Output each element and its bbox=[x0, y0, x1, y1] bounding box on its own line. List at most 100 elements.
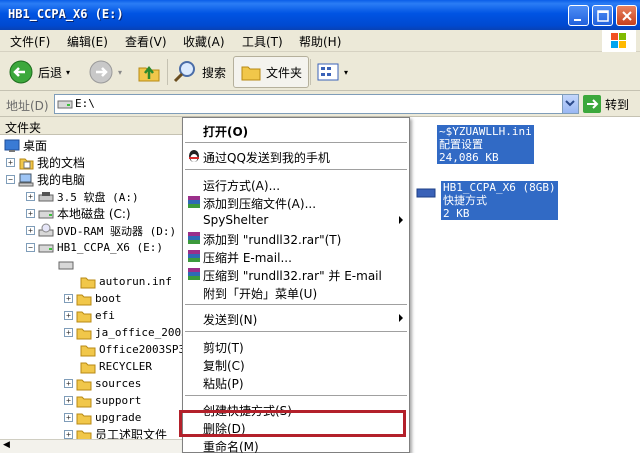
toolbar-separator bbox=[167, 59, 168, 85]
menu-item-paste[interactable]: 粘贴(P) bbox=[183, 373, 409, 391]
tree-label: 3.5 软盘 (A:) bbox=[57, 190, 139, 204]
tree-item-my-documents[interactable]: + 我的文档 bbox=[6, 154, 85, 171]
up-folder-button[interactable] bbox=[136, 56, 162, 88]
tree-label: DVD-RAM 驱动器 (D:) bbox=[57, 224, 177, 238]
tree-item-desktop[interactable]: 桌面 bbox=[4, 137, 47, 154]
menu-favorites[interactable]: 收藏(A) bbox=[183, 33, 225, 50]
toolbar-separator bbox=[310, 59, 311, 85]
tree-label: HB1_CCPA_X6 (E:) bbox=[57, 241, 163, 254]
expand-icon[interactable]: + bbox=[64, 328, 73, 337]
search-button[interactable]: 搜索 bbox=[172, 56, 226, 88]
menu-item-send-to[interactable]: 发送到(N) bbox=[183, 309, 409, 327]
menu-item-run-as[interactable]: 运行方式(A)... bbox=[183, 175, 409, 193]
collapse-icon[interactable]: − bbox=[6, 175, 15, 184]
menu-item-compress-email[interactable]: 压缩并 E-mail... bbox=[183, 247, 409, 265]
expand-icon[interactable]: + bbox=[26, 226, 35, 235]
menu-item-label: 粘贴(P) bbox=[203, 377, 244, 391]
menu-item-cut[interactable]: 剪切(T) bbox=[183, 337, 409, 355]
tree-item-upgrade[interactable]: + upgrade bbox=[64, 409, 141, 426]
my-documents-icon bbox=[19, 158, 34, 169]
windows-logo-icon bbox=[602, 30, 636, 52]
tree-item-drive-entry[interactable] bbox=[58, 256, 77, 273]
close-button[interactable] bbox=[616, 5, 637, 26]
expand-icon[interactable]: + bbox=[64, 430, 73, 439]
menu-item-add-archive[interactable]: 添加到压缩文件(A)... bbox=[183, 193, 409, 211]
menu-separator bbox=[185, 142, 407, 143]
menu-item-compress-rundll-email[interactable]: 压缩到 "rundll32.rar" 并 E-mail bbox=[183, 265, 409, 283]
menu-item-spyshelter[interactable]: SpyShelter bbox=[183, 211, 409, 229]
tree-item-support[interactable]: + support bbox=[64, 392, 141, 409]
forward-button[interactable]: ▾ bbox=[88, 56, 122, 88]
menu-separator bbox=[185, 169, 407, 170]
expand-icon[interactable]: + bbox=[64, 413, 73, 422]
tree-item-boot[interactable]: + boot bbox=[64, 290, 122, 307]
drive-icon bbox=[38, 244, 54, 252]
menu-file[interactable]: 文件(F) bbox=[10, 33, 50, 50]
forward-dropdown-icon[interactable]: ▾ bbox=[118, 68, 122, 77]
tree-item-my-computer[interactable]: − 我的电脑 bbox=[6, 171, 85, 188]
tree-item-local-disk-c[interactable]: + 本地磁盘 (C:) bbox=[26, 205, 131, 222]
search-icon bbox=[173, 61, 195, 83]
file-item-ini[interactable]: ~$YZUAWLLH.ini 配置设置 24,086 KB bbox=[437, 125, 534, 164]
views-dropdown-icon[interactable]: ▾ bbox=[344, 68, 348, 77]
context-menu: 打开(O) 通过QQ发送到我的手机 运行方式(A)... 添加到压缩文件(A).… bbox=[182, 117, 410, 453]
tree-item-floppy[interactable]: + 3.5 软盘 (A:) bbox=[26, 188, 139, 205]
expand-icon[interactable]: + bbox=[64, 379, 73, 388]
go-button[interactable]: 转到 bbox=[583, 95, 629, 113]
drive-shortcut-icon bbox=[416, 188, 436, 198]
back-button[interactable]: 后退 ▾ bbox=[8, 56, 70, 88]
minimize-button[interactable] bbox=[568, 5, 589, 26]
collapse-icon[interactable]: − bbox=[26, 243, 35, 252]
tree-item-dvd-d[interactable]: + DVD-RAM 驱动器 (D:) bbox=[26, 222, 176, 239]
maximize-button[interactable] bbox=[592, 5, 613, 26]
address-label: 地址(D) bbox=[6, 99, 49, 113]
go-arrow-icon bbox=[583, 95, 601, 113]
menu-item-send-qq[interactable]: 通过QQ发送到我的手机 bbox=[183, 147, 409, 165]
views-button[interactable]: ▾ bbox=[316, 56, 348, 88]
expand-icon[interactable]: + bbox=[26, 209, 35, 218]
tree-item-autorun[interactable]: autorun.inf bbox=[80, 273, 172, 290]
tree-label: boot bbox=[95, 292, 122, 305]
menu-separator bbox=[185, 395, 407, 396]
tree-item-ja-office[interactable]: + ja_office_2003 bbox=[64, 324, 188, 341]
menu-item-pin-start[interactable]: 附到「开始」菜单(U) bbox=[183, 283, 409, 301]
tree-item-recycler[interactable]: RECYCLER bbox=[80, 358, 152, 375]
menu-item-rename[interactable]: 重命名(M) bbox=[183, 436, 409, 453]
menu-item-label: 压缩到 "rundll32.rar" 并 E-mail bbox=[203, 269, 382, 283]
tree-item-drive-e[interactable]: − HB1_CCPA_X6 (E:) bbox=[26, 239, 163, 256]
address-bar: 地址(D) E:\ 转到 bbox=[0, 91, 640, 117]
file-item-shortcut[interactable]: HB1_CCPA_X6 (8GB) 快捷方式 2 KB bbox=[415, 181, 558, 220]
folder-pane-title: 文件夹 bbox=[5, 121, 42, 135]
tree-item-sources[interactable]: + sources bbox=[64, 375, 141, 392]
folder-tree-pane: 文件夹 桌面 + 我的文档 − 我的电脑 + 3.5 软盘 (A:) + 本地磁… bbox=[0, 117, 200, 453]
folders-button[interactable]: 文件夹 bbox=[233, 56, 310, 88]
expand-icon[interactable]: + bbox=[64, 311, 73, 320]
menu-help[interactable]: 帮助(H) bbox=[299, 33, 341, 50]
menu-tools[interactable]: 工具(T) bbox=[242, 33, 283, 50]
expand-icon[interactable]: + bbox=[26, 192, 35, 201]
expand-icon[interactable]: + bbox=[64, 396, 73, 405]
back-dropdown-icon[interactable]: ▾ bbox=[66, 68, 70, 77]
menu-item-copy[interactable]: 复制(C) bbox=[183, 355, 409, 373]
menu-item-add-rundll-rar[interactable]: 添加到 "rundll32.rar"(T) bbox=[183, 229, 409, 247]
tree-label: sources bbox=[95, 377, 142, 390]
scroll-left-icon[interactable]: ◀ bbox=[3, 440, 10, 450]
menu-item-label: SpyShelter bbox=[203, 213, 269, 227]
file-name: ~$YZUAWLLH.ini bbox=[437, 125, 534, 138]
horizontal-scrollbar[interactable]: ◀ bbox=[0, 439, 200, 453]
drive-icon bbox=[58, 261, 74, 269]
address-dropdown-button[interactable] bbox=[562, 95, 578, 113]
address-input[interactable]: E:\ bbox=[54, 94, 579, 114]
expand-icon[interactable]: + bbox=[64, 294, 73, 303]
menu-view[interactable]: 查看(V) bbox=[125, 33, 167, 50]
back-label: 后退 bbox=[38, 65, 63, 80]
expand-icon[interactable]: + bbox=[6, 158, 15, 167]
tree-label: 本地磁盘 (C:) bbox=[57, 207, 131, 221]
tree-item-efi[interactable]: + efi bbox=[64, 307, 115, 324]
winrar-icon bbox=[188, 232, 200, 244]
menu-item-open[interactable]: 打开(O) bbox=[183, 121, 409, 139]
menu-item-label: 通过QQ发送到我的手机 bbox=[203, 151, 330, 165]
folder-pane-header: 文件夹 bbox=[0, 117, 200, 135]
tree-item-office2003sp3[interactable]: Office2003SP3_ bbox=[80, 341, 192, 358]
menu-edit[interactable]: 编辑(E) bbox=[67, 33, 108, 50]
